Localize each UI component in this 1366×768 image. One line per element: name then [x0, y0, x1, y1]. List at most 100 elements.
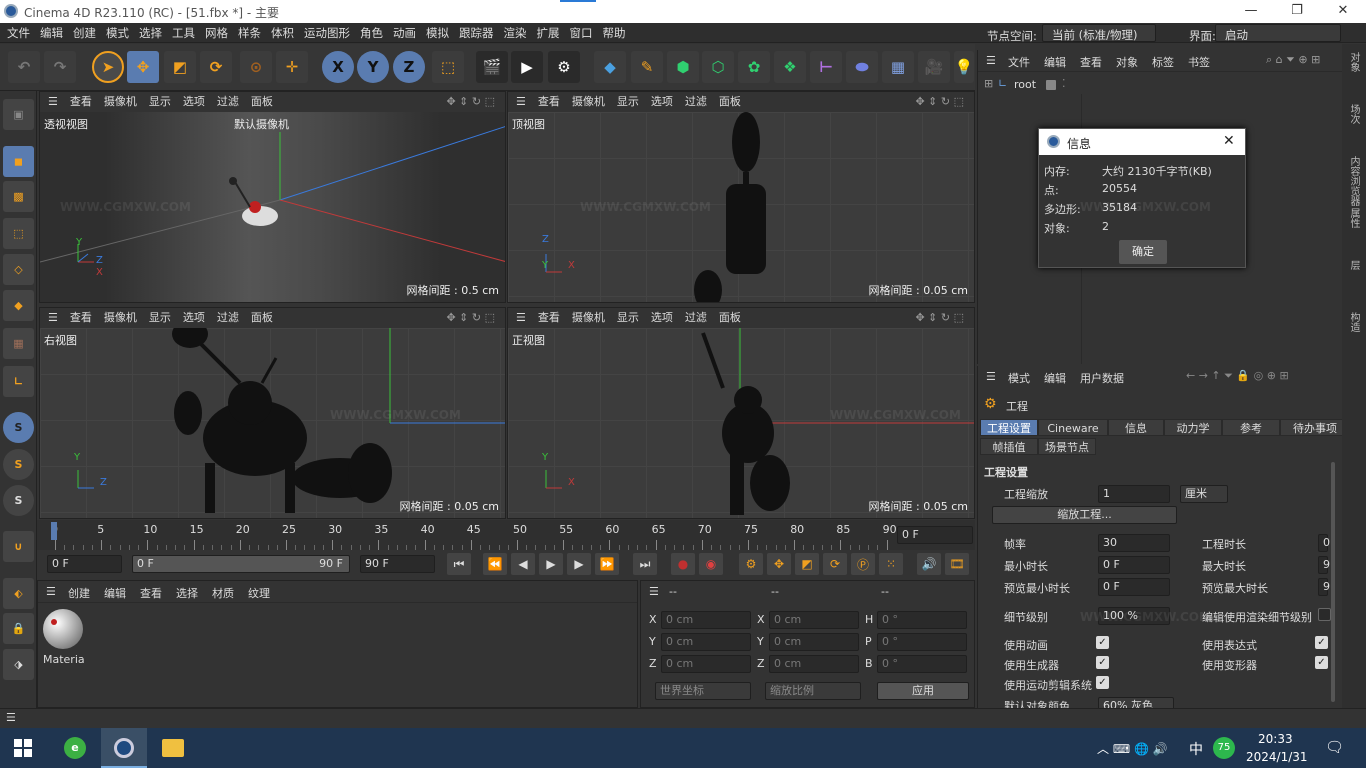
go-to-end-icon[interactable]: ⏭	[633, 553, 657, 575]
perspective-viewport[interactable]: ☰ 查看 摄像机 显示 选项 过滤 面板 ✥ ⇕ ↻ ⬚ 透视视图 默认摄像机 Y Z X …	[39, 91, 506, 303]
vp-menu-filter[interactable]: 过滤	[211, 308, 245, 328]
menu-item[interactable]: 动画	[388, 23, 421, 43]
mograph-icon[interactable]: ❖	[774, 51, 806, 83]
transform-icon[interactable]: ✛	[276, 51, 308, 83]
rotate-icon[interactable]: ⟳	[200, 51, 232, 83]
select-arrow-icon[interactable]: ➤	[92, 51, 124, 83]
end-frame-field[interactable]: 90 F	[360, 555, 435, 573]
maximize-button[interactable]: ❐	[1274, 0, 1320, 23]
prev-frame-icon[interactable]: ◀	[511, 553, 535, 575]
minimize-button[interactable]: —	[1228, 0, 1274, 23]
object-menu-item[interactable]: 书签	[1188, 54, 1210, 70]
vp-menu-panel[interactable]: 面板	[713, 308, 747, 328]
frame-range-slider[interactable]: 0 F 90 F	[132, 555, 350, 573]
attr-tab[interactable]: 场景节点	[1038, 438, 1096, 455]
max-time-field[interactable]: 9	[1318, 556, 1330, 574]
object-menu-item[interactable]: 编辑	[1044, 54, 1066, 70]
use-generators-checkbox[interactable]: ✓	[1096, 656, 1109, 669]
record-icon[interactable]: ●	[671, 553, 695, 575]
object-row-root[interactable]: ⊞ ∟ root ⁚	[978, 74, 1343, 94]
render-to-picture-viewer-icon[interactable]: ▶	[511, 51, 543, 83]
prev-key-icon[interactable]: ⏪	[483, 553, 507, 575]
vp-menu-options[interactable]: 选项	[645, 308, 679, 328]
polygons-mode-icon[interactable]: ◆	[3, 290, 34, 321]
front-viewport[interactable]: ☰ 查看 摄像机 显示 选项 过滤 面板 ✥ ⇕ ↻ ⬚ 正视图 Y X 网格间距 : 0.…	[507, 307, 975, 519]
current-frame-field[interactable]: 0 F	[897, 526, 973, 544]
axis-mode-icon[interactable]: ∟	[3, 366, 34, 397]
menu-item[interactable]: 选择	[134, 23, 167, 43]
play-icon[interactable]: ▶	[539, 553, 563, 575]
lock-workplane-icon[interactable]: 🔒	[3, 613, 34, 644]
default-color-select[interactable]: 60% 灰色	[1098, 697, 1174, 708]
coord-value-field[interactable]: 0 cm	[661, 611, 751, 629]
field-icon[interactable]: ⬬	[846, 51, 878, 83]
coord-value-field[interactable]: 0 cm	[769, 655, 859, 673]
ok-button[interactable]: 确定	[1119, 240, 1167, 264]
coord-value-field[interactable]: 0 cm	[769, 611, 859, 629]
vp-menu-display[interactable]: 显示	[611, 308, 645, 328]
viewport-nav-icons[interactable]: ✥ ⇕ ↻ ⬚	[440, 92, 501, 112]
object-name[interactable]: root	[1014, 78, 1036, 91]
vp-menu-view[interactable]: 查看	[532, 308, 566, 328]
cloner-icon[interactable]: ✿	[738, 51, 770, 83]
vp-menu-options[interactable]: 选项	[645, 92, 679, 112]
magnet-icon[interactable]: ∪	[3, 531, 34, 562]
vp-menu-panel[interactable]: 面板	[245, 92, 279, 112]
subdivision-icon[interactable]: ⬢	[667, 51, 699, 83]
material-menu-item[interactable]: 查看	[140, 585, 162, 601]
menu-item[interactable]: 角色	[355, 23, 388, 43]
menu-item[interactable]: 创建	[68, 23, 101, 43]
material-menu-item[interactable]: 创建	[68, 585, 90, 601]
deformer-icon[interactable]: ⊢	[810, 51, 842, 83]
min-time-field[interactable]: 0 F	[1098, 556, 1170, 574]
playhead[interactable]	[51, 522, 57, 540]
menu-item[interactable]: 网格	[200, 23, 233, 43]
attr-tab[interactable]: 信息	[1108, 419, 1164, 436]
vp-menu-camera[interactable]: 摄像机	[566, 308, 611, 328]
extrude-icon[interactable]: ⬡	[702, 51, 734, 83]
menu-item[interactable]: 帮助	[598, 23, 631, 43]
menu-item[interactable]: 窗口	[565, 23, 598, 43]
side-tab[interactable]: 属性	[1346, 208, 1361, 228]
material-menu-item[interactable]: 纹理	[248, 585, 270, 601]
timeline-ruler[interactable]: 051015202530354045505560657075808590 0 F	[37, 520, 975, 554]
coord-value-field[interactable]: 0 cm	[661, 633, 751, 651]
material-thumbnail[interactable]	[43, 609, 83, 649]
attr-tab[interactable]: 动力学	[1164, 419, 1222, 436]
top-viewport[interactable]: ☰ 查看 摄像机 显示 选项 过滤 面板 ✥ ⇕ ↻ ⬚ 顶视图 Z Y X 网格间距 : …	[507, 91, 975, 303]
vp-menu-options[interactable]: 选项	[177, 92, 211, 112]
recent-tool-icon[interactable]: ⊙	[240, 51, 272, 83]
go-to-start-icon[interactable]: ⏮	[447, 553, 471, 575]
preview-max-field[interactable]: 9	[1318, 578, 1330, 596]
scale-unit-select[interactable]: 厘米	[1180, 485, 1228, 503]
menu-item[interactable]: 跟踪器	[454, 23, 499, 43]
coord-value-field[interactable]: 0 °	[877, 633, 967, 651]
expand-icon[interactable]: ⊞	[984, 77, 993, 90]
side-tab[interactable]: 场次	[1346, 104, 1361, 124]
sound-icon[interactable]: 🔊	[917, 553, 941, 575]
undo-icon[interactable]: ↶	[8, 51, 40, 83]
vp-menu-camera[interactable]: 摄像机	[98, 308, 143, 328]
vp-menu-filter[interactable]: 过滤	[679, 308, 713, 328]
attr-tab[interactable]: 工程设置	[980, 419, 1038, 436]
attr-menu-item[interactable]: 编辑	[1044, 370, 1066, 386]
dialog-close-icon[interactable]: ✕	[1223, 133, 1235, 149]
snap-icon[interactable]: S	[3, 412, 34, 443]
interface-select[interactable]: 启动	[1215, 24, 1341, 42]
scale-icon[interactable]: ◩	[164, 51, 196, 83]
material-name[interactable]: Materia	[43, 653, 85, 666]
side-tab[interactable]: 构造	[1346, 312, 1361, 332]
x-axis-lock-icon[interactable]: X	[322, 51, 354, 83]
key-param-icon[interactable]: Ⓟ	[851, 553, 875, 575]
edges-mode-icon[interactable]: ◇	[3, 254, 34, 285]
layer-icon[interactable]	[1046, 80, 1056, 90]
vp-menu-filter[interactable]: 过滤	[211, 92, 245, 112]
menu-item[interactable]: 渲染	[499, 23, 532, 43]
attr-tab[interactable]: Cineware	[1038, 419, 1108, 436]
menu-item[interactable]: 模式	[101, 23, 134, 43]
attr-menu-item[interactable]: 模式	[1008, 370, 1030, 386]
vp-menu-view[interactable]: 查看	[64, 92, 98, 112]
menu-item[interactable]: 工具	[167, 23, 200, 43]
material-menu-item[interactable]: 编辑	[104, 585, 126, 601]
z-axis-lock-icon[interactable]: Z	[393, 51, 425, 83]
